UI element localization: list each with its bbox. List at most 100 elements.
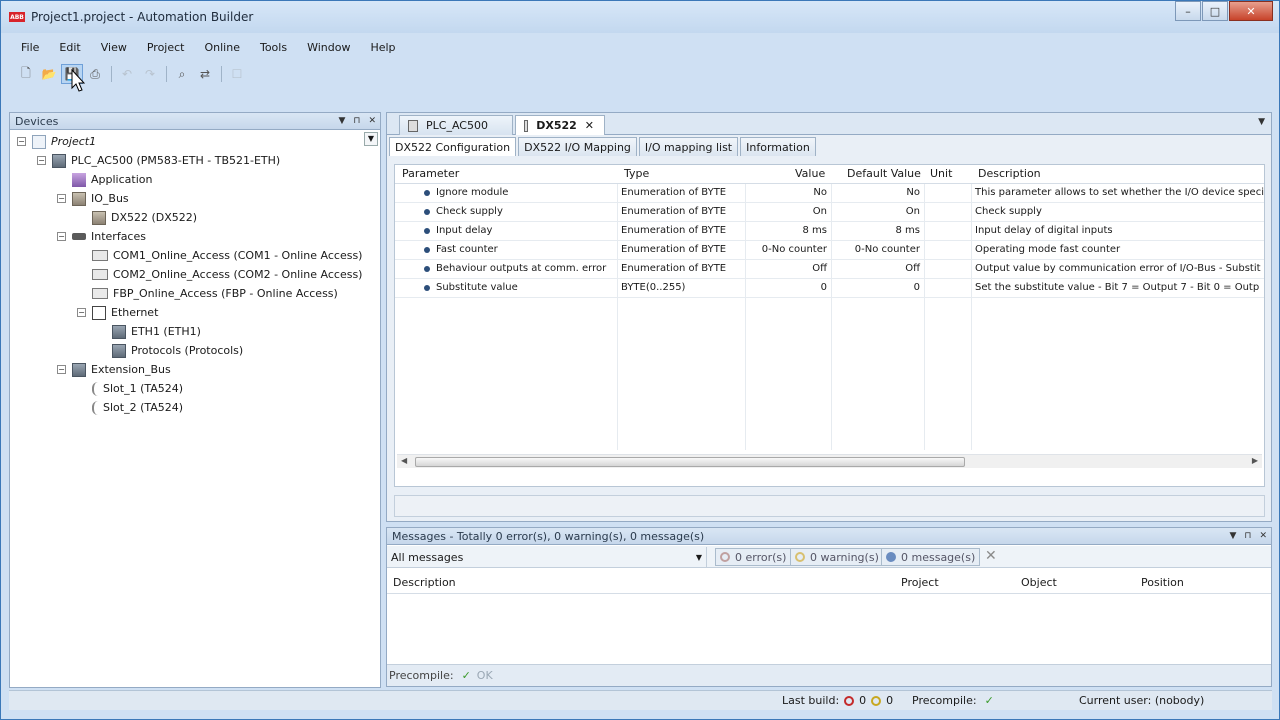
- cell-value[interactable]: Off: [812, 263, 827, 274]
- expand-toggle-icon[interactable]: −: [57, 365, 66, 374]
- undo-icon[interactable]: ↶: [116, 64, 138, 84]
- bookmark-icon[interactable]: ☐: [226, 64, 248, 84]
- tree-node[interactable]: COM1_Online_Access (COM1 - Online Access…: [77, 246, 362, 265]
- tree-node-label: PLC_AC500 (PM583-ETH - TB521-ETH): [71, 154, 281, 167]
- table-row[interactable]: Fast counter Enumeration of BYTE 0-No coun…: [395, 241, 1264, 260]
- col-description[interactable]: Description: [393, 576, 456, 589]
- col-project[interactable]: Project: [901, 576, 939, 589]
- new-icon[interactable]: 🗋: [15, 64, 37, 84]
- tree-node[interactable]: DX522 (DX522): [77, 208, 197, 227]
- title-bar[interactable]: ABB Project1.project - Automation Builde…: [1, 1, 1279, 33]
- tree-node[interactable]: − Extension_Bus: [57, 360, 171, 379]
- table-row[interactable]: Ignore module Enumeration of BYTE No No This…: [395, 184, 1264, 203]
- expand-toggle-icon[interactable]: −: [17, 137, 26, 146]
- device-tree: − Project1− PLC_AC500 (PM583-ETH - TB521-E…: [10, 130, 380, 415]
- tree-node[interactable]: Slot_1 (TA524): [77, 379, 183, 398]
- menu-tools[interactable]: Tools: [248, 41, 295, 54]
- print-icon[interactable]: ⎙: [84, 64, 106, 84]
- cell-param: Input delay: [436, 225, 493, 236]
- open-icon[interactable]: 📂: [38, 64, 60, 84]
- replace-icon[interactable]: ⇄: [194, 64, 216, 84]
- menu-file[interactable]: File: [9, 41, 47, 54]
- messages-filter-button[interactable]: 0 message(s): [881, 548, 981, 566]
- panel-menu-icon[interactable]: ▼: [1230, 528, 1237, 545]
- cell-type: Enumeration of BYTE: [621, 263, 727, 274]
- menu-project[interactable]: Project: [135, 41, 193, 54]
- table-row[interactable]: Input delay Enumeration of BYTE 8 ms 8 ms In…: [395, 222, 1264, 241]
- menu-view[interactable]: View: [89, 41, 135, 54]
- redo-icon[interactable]: ↷: [139, 64, 161, 84]
- chevron-down-icon: ▼: [695, 552, 702, 562]
- tree-node[interactable]: − Interfaces: [57, 227, 146, 246]
- tree-node[interactable]: Protocols (Protocols): [97, 341, 243, 360]
- close-button[interactable]: ✕: [1229, 1, 1273, 21]
- tab-io-mapping-list[interactable]: I/O mapping list: [638, 137, 739, 156]
- tab-information[interactable]: Information: [740, 137, 816, 156]
- tab-dx522-io-mapping[interactable]: DX522 I/O Mapping: [518, 137, 637, 156]
- col-unit[interactable]: Unit: [930, 167, 952, 180]
- tab-dx522[interactable]: DX522 ✕: [515, 115, 605, 135]
- cell-value[interactable]: No: [813, 187, 827, 198]
- pin-icon[interactable]: ⊓: [353, 113, 360, 130]
- menu-help[interactable]: Help: [358, 41, 403, 54]
- slot-icon: [92, 400, 98, 415]
- col-position[interactable]: Position: [1141, 576, 1184, 589]
- scrollbar-thumb[interactable]: [415, 457, 965, 467]
- messages-category-select[interactable]: All messages ▼: [387, 547, 707, 567]
- menu-window[interactable]: Window: [295, 41, 358, 54]
- warnings-filter-button[interactable]: 0 warning(s): [790, 548, 884, 566]
- panel-close-icon[interactable]: ✕: [1259, 528, 1267, 545]
- tree-node[interactable]: Slot_2 (TA524): [77, 398, 183, 417]
- table-row[interactable]: Behaviour outputs at comm. error Enumerat…: [395, 260, 1264, 279]
- expand-toggle-icon[interactable]: −: [37, 156, 46, 165]
- minimize-button[interactable]: –: [1175, 1, 1201, 21]
- tab-plc-ac500[interactable]: PLC_AC500: [399, 115, 513, 135]
- chevron-down-icon[interactable]: ▼: [1258, 117, 1265, 127]
- cell-value[interactable]: 0-No counter: [762, 244, 827, 255]
- tree-node[interactable]: − IO_Bus: [57, 189, 129, 208]
- messages-columns: Description Project Object Position: [387, 572, 1271, 594]
- tree-node[interactable]: − Ethernet: [77, 303, 158, 322]
- tree-node[interactable]: Application: [57, 170, 152, 189]
- col-default-value[interactable]: Default Value: [847, 167, 921, 180]
- scroll-left-icon[interactable]: ◀: [401, 456, 407, 465]
- tree-node[interactable]: ETH1 (ETH1): [97, 322, 201, 341]
- find-icon[interactable]: ⌕: [171, 64, 193, 84]
- expand-toggle-icon[interactable]: −: [57, 232, 66, 241]
- col-object[interactable]: Object: [1021, 576, 1057, 589]
- col-value[interactable]: Value: [795, 167, 825, 180]
- plc-icon: [72, 362, 86, 377]
- close-tab-icon[interactable]: ✕: [585, 119, 594, 132]
- messages-panel-header: Messages - Totally 0 error(s), 0 warning…: [387, 528, 1271, 545]
- tree-node[interactable]: − Project1: [17, 132, 96, 151]
- panel-menu-icon[interactable]: ▼: [339, 113, 346, 130]
- cell-param: Substitute value: [436, 282, 518, 293]
- horizontal-scrollbar[interactable]: ◀ ▶: [397, 454, 1262, 468]
- cell-value[interactable]: 8 ms: [803, 225, 828, 236]
- expand-toggle-icon[interactable]: −: [57, 194, 66, 203]
- tree-node[interactable]: − PLC_AC500 (PM583-ETH - TB521-ETH): [37, 151, 280, 170]
- pin-icon[interactable]: ⊓: [1244, 528, 1251, 545]
- clear-messages-icon[interactable]: ✕: [985, 548, 997, 564]
- table-row[interactable]: Substitute value BYTE(0..255) 0 0 Set the su…: [395, 279, 1264, 298]
- menu-edit[interactable]: Edit: [47, 41, 88, 54]
- scroll-right-icon[interactable]: ▶: [1252, 456, 1258, 465]
- menu-online[interactable]: Online: [192, 41, 247, 54]
- slot-icon: [92, 381, 98, 396]
- cell-desc: Operating mode fast counter: [975, 244, 1121, 255]
- panel-close-icon[interactable]: ✕: [368, 113, 376, 130]
- chevron-down-icon[interactable]: ▼: [364, 132, 378, 146]
- col-parameter[interactable]: Parameter: [402, 167, 459, 180]
- table-row[interactable]: Check supply Enumeration of BYTE On On Check…: [395, 203, 1264, 222]
- cell-value[interactable]: On: [813, 206, 827, 217]
- tab-dx522-configuration[interactable]: DX522 Configuration: [389, 137, 517, 156]
- tree-node[interactable]: COM2_Online_Access (COM2 - Online Access…: [77, 265, 362, 284]
- errors-filter-button[interactable]: 0 error(s): [715, 548, 792, 566]
- col-type[interactable]: Type: [624, 167, 649, 180]
- maximize-button[interactable]: □: [1202, 1, 1228, 21]
- tree-node-label: Application: [91, 173, 153, 186]
- tree-node[interactable]: FBP_Online_Access (FBP - Online Access): [77, 284, 338, 303]
- expand-toggle-icon[interactable]: −: [77, 308, 86, 317]
- col-description[interactable]: Description: [978, 167, 1041, 180]
- cell-value[interactable]: 0: [821, 282, 827, 293]
